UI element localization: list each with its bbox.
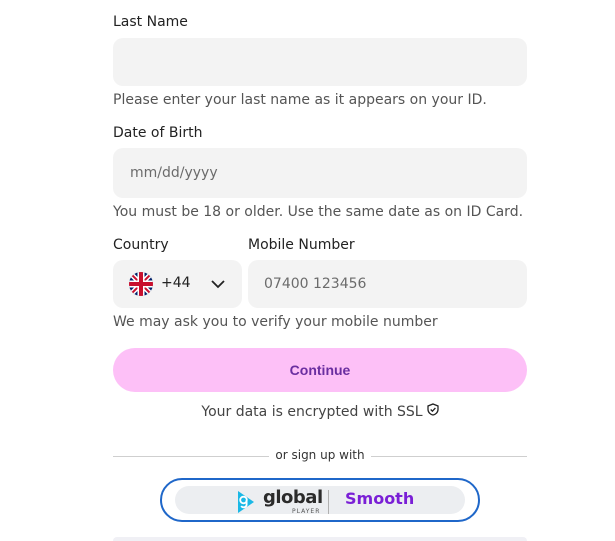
- last-name-label: Last Name: [113, 14, 188, 30]
- mobile-hint: We may ask you to verify your mobile num…: [113, 314, 438, 330]
- global-player-icon: [235, 490, 257, 514]
- global-wordmark: global: [263, 487, 323, 508]
- continue-button[interactable]: Continue: [113, 348, 527, 392]
- country-code: +44: [161, 275, 191, 291]
- brand-separator: [328, 490, 329, 514]
- mobile-input[interactable]: 07400 123456: [248, 260, 527, 308]
- shield-icon: [426, 403, 439, 420]
- global-player-subtext: PLAYER: [292, 508, 321, 515]
- country-label: Country: [113, 237, 169, 253]
- global-smooth-signup-button[interactable]: global PLAYER Smooth: [160, 478, 480, 522]
- dob-hint: You must be 18 or older. Use the same da…: [113, 204, 524, 220]
- or-sign-up-text: or sign up with: [269, 448, 371, 462]
- chevron-down-icon: [210, 276, 226, 292]
- dob-placeholder: mm/dd/yyyy: [130, 165, 218, 181]
- ssl-text: Your data is encrypted with SSL: [201, 403, 423, 420]
- uk-flag-icon: [129, 272, 153, 296]
- dob-input[interactable]: mm/dd/yyyy: [113, 148, 527, 198]
- last-name-input[interactable]: [113, 38, 527, 86]
- mobile-label: Mobile Number: [248, 237, 355, 253]
- country-select[interactable]: +44: [113, 260, 242, 308]
- brand-inner: global PLAYER Smooth: [175, 486, 465, 515]
- or-wrapper: or sign up with: [0, 448, 615, 462]
- ssl-note: Your data is encrypted with SSL: [113, 403, 527, 420]
- mobile-placeholder: 07400 123456: [264, 276, 367, 292]
- smooth-wordmark: Smooth: [345, 489, 415, 508]
- dob-label: Date of Birth: [113, 125, 203, 141]
- next-section-edge: [113, 537, 527, 541]
- last-name-hint: Please enter your last name as it appear…: [113, 92, 487, 108]
